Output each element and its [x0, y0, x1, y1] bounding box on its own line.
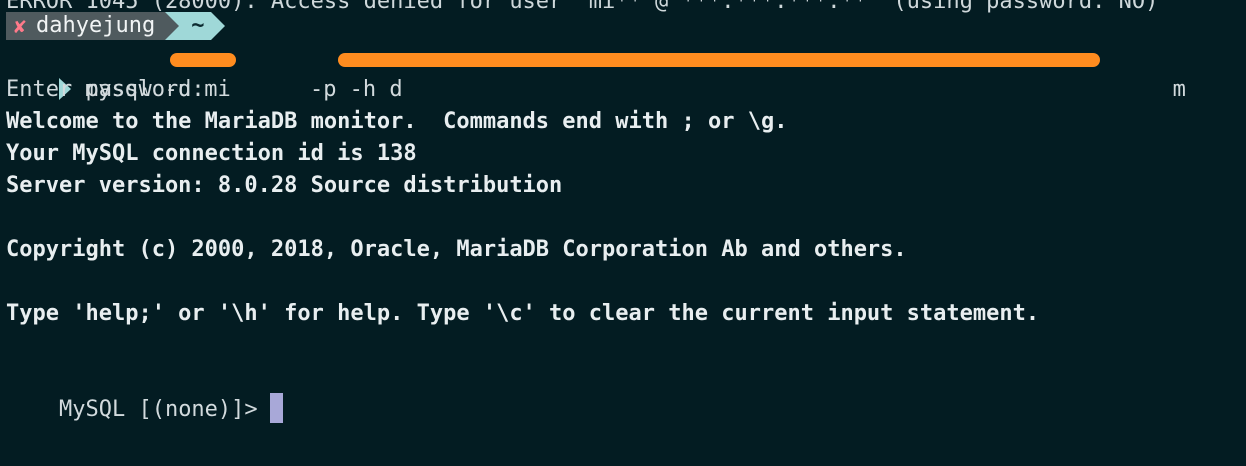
help-line: Type 'help;' or '\h' for help. Type '\c'… [6, 301, 1040, 326]
prompt-separator-icon [165, 12, 180, 40]
x-icon: ✘ [14, 14, 27, 38]
prompt-user: dahyejung [36, 13, 156, 38]
mysql-prompt: MySQL [(none)]> [58, 397, 258, 422]
enter-password-line: Enter password: [6, 77, 205, 102]
copyright-line: Copyright (c) 2000, 2018, Oracle, MariaD… [6, 237, 907, 262]
mysql-prompt-line[interactable]: MySQL [(none)]> [6, 362, 283, 423]
command-mid: -p -h d [296, 77, 403, 102]
terminal-window[interactable]: ERROR 1045 (28000): Access denied for us… [0, 0, 1246, 466]
text-cursor[interactable] [269, 393, 283, 423]
welcome-line: Welcome to the MariaDB monitor. Commands… [6, 109, 788, 134]
command-user: mi [204, 77, 231, 102]
redaction-mark-host [338, 53, 1100, 67]
prompt-user-segment: ✘ dahyejung [6, 12, 166, 40]
shell-prompt: ✘ dahyejung ~ [6, 12, 225, 40]
command-suffix: m [1172, 77, 1186, 102]
connection-id-line: Your MySQL connection id is 138 [6, 141, 417, 166]
redaction-mark-user [170, 53, 236, 67]
prompt-directory: ~ [179, 12, 211, 40]
server-version-line: Server version: 8.0.28 Source distributi… [6, 173, 563, 198]
prompt-end-separator-icon [210, 12, 225, 40]
